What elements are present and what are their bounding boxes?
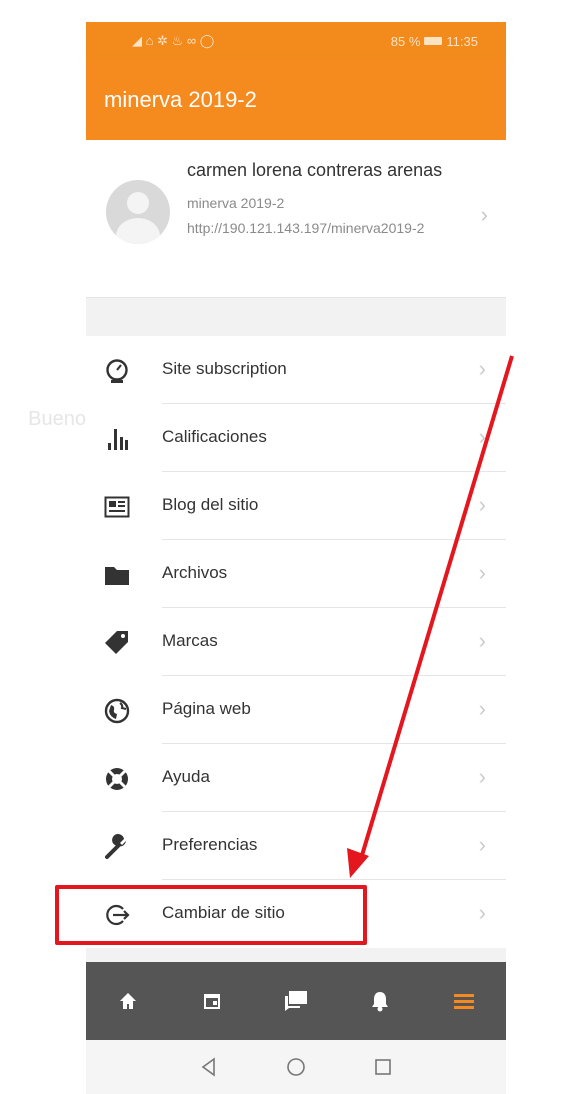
annotation-arrow xyxy=(347,355,514,878)
